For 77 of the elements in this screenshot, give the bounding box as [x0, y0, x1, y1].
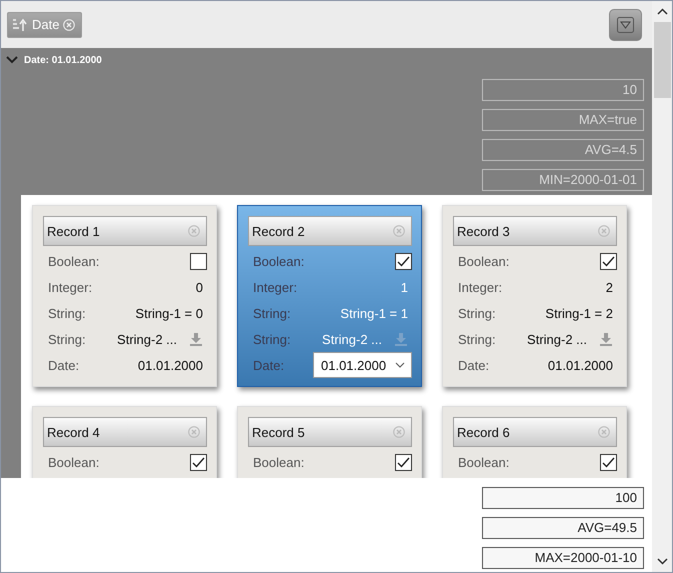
record-card[interactable]: Record 3 Boolean: Integer: 2 String: String-1 = 2 String: String-2 ... Date: 01.01.2000: [442, 205, 627, 387]
record-card[interactable]: Record 1 Boolean: Integer: 0 String: String-1 = 0 String: String-2 ... Date: 01.01.2000: [32, 205, 217, 387]
field-value: String-1 = 2: [545, 306, 613, 320]
dropdown-button[interactable]: [609, 8, 642, 40]
field-label: String:: [48, 332, 86, 346]
field-label: String:: [253, 306, 291, 320]
close-icon: [393, 225, 405, 237]
field-label: Integer:: [458, 280, 502, 294]
field-label: String:: [458, 306, 496, 320]
chevron-icon[interactable]: [6, 56, 18, 64]
check-icon: [397, 456, 410, 468]
scrollbar-thumb[interactable]: [654, 22, 670, 98]
summary-value: MIN=2000-01-01: [482, 169, 644, 191]
check-icon: [397, 256, 410, 266]
group-header: Date: 01.01.2000: [24, 54, 102, 66]
check-icon: [602, 256, 615, 266]
record-header[interactable]: Record 5: [248, 417, 412, 447]
total-value: 100: [482, 487, 644, 509]
dropdown-icon: [617, 16, 634, 32]
field-label: Boolean:: [458, 454, 510, 470]
field-label: Boolean:: [48, 454, 100, 470]
close-icon: [188, 225, 200, 237]
field-value: String-1 = 1: [340, 306, 408, 320]
record-card[interactable]: Record 4 Boolean:: [32, 406, 217, 478]
field-value: 2: [606, 280, 613, 294]
field-label: Date:: [458, 358, 490, 372]
field-label: Boolean:: [253, 254, 304, 268]
chevron-down-icon: [395, 362, 405, 368]
record-header[interactable]: Record 1: [43, 216, 207, 246]
record-card[interactable]: Record 5 Boolean:: [237, 406, 422, 478]
field-label: Date:: [48, 358, 80, 372]
checkbox[interactable]: [395, 454, 412, 470]
scroll-up-icon[interactable]: [656, 8, 668, 15]
date-field[interactable]: 01.01.2000: [313, 352, 412, 378]
summary-value: 10: [482, 79, 644, 101]
record-header[interactable]: Record 4: [43, 417, 207, 447]
sort-icon: [12, 16, 28, 32]
field-value: String-2 ...: [527, 332, 587, 346]
field-value: String-2 ...: [322, 332, 382, 346]
field-label: String:: [458, 332, 496, 346]
field-label: Boolean:: [458, 254, 510, 268]
scroll-down-icon[interactable]: [656, 558, 668, 565]
field-value: 1: [400, 280, 408, 294]
record-header[interactable]: Record 6: [453, 417, 617, 447]
record-header[interactable]: Record 3: [453, 216, 617, 246]
summary-value: MAX=true: [482, 109, 644, 131]
total-value: AVG=49.5: [482, 517, 644, 539]
checkbox[interactable]: [395, 252, 412, 270]
field-value: 01.01.2000: [548, 358, 613, 372]
field-label: String:: [253, 332, 291, 346]
checkbox[interactable]: [600, 454, 617, 470]
check-icon: [602, 456, 615, 468]
field-value: 0: [196, 280, 203, 294]
close-icon: [393, 426, 405, 438]
checkbox[interactable]: [600, 252, 617, 270]
close-icon: [63, 18, 76, 30]
field-label: Boolean:: [253, 454, 304, 470]
scrollbar[interactable]: [652, 1, 672, 572]
field-value: 01.01.2000: [138, 358, 203, 372]
record-header[interactable]: Record 2: [248, 216, 412, 246]
field-label: String:: [48, 306, 86, 320]
field-label: Integer:: [253, 280, 298, 294]
record-card[interactable]: Record 6 Boolean:: [442, 406, 627, 478]
checkbox[interactable]: [190, 454, 207, 470]
field-value: String-1 = 0: [135, 306, 203, 320]
checkbox[interactable]: [190, 252, 207, 270]
check-icon: [192, 456, 205, 468]
field-label: Integer:: [48, 280, 92, 294]
field-label: Date:: [253, 358, 284, 372]
summary-value: AVG=4.5: [482, 139, 644, 161]
field-value: String-2 ...: [117, 332, 177, 346]
close-icon: [598, 225, 610, 237]
close-icon: [598, 426, 610, 438]
record-card[interactable]: Record 2 Boolean: Integer: 1 String: String-1 = 1 String: String-2 ... Date: 01.01.2000: [237, 205, 422, 387]
close-icon: [188, 426, 200, 438]
total-value: MAX=2000-01-10: [482, 547, 644, 569]
field-label: Boolean:: [48, 254, 100, 268]
